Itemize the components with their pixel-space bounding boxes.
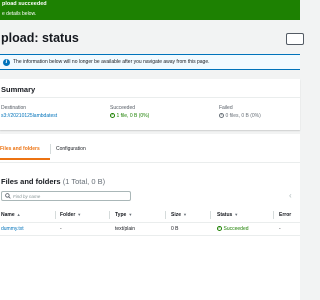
tab-files-and-folders[interactable]: Files and folders bbox=[0, 138, 50, 160]
column-folder-label: Folder bbox=[60, 212, 76, 218]
column-separator bbox=[109, 211, 110, 219]
file-size: 0 B bbox=[171, 226, 179, 232]
file-type: text/plain bbox=[115, 226, 136, 232]
column-size-label: Size bbox=[171, 212, 182, 218]
failed-label: Failed bbox=[219, 105, 233, 111]
succeeded-value: ✓ 1 file, 0 B (0%) bbox=[110, 113, 149, 119]
file-name-link[interactable]: dummy.txt bbox=[1, 226, 24, 232]
close-button[interactable] bbox=[286, 33, 304, 45]
column-header-folder[interactable]: Folder ▼ bbox=[60, 212, 81, 218]
file-status-text: Succeeded bbox=[223, 226, 249, 232]
sort-icon: ▼ bbox=[183, 212, 187, 217]
summary-title: Summary bbox=[1, 85, 36, 94]
column-separator bbox=[273, 211, 274, 219]
info-text: The information below will no longer be … bbox=[13, 59, 210, 65]
succeeded-text: 1 file, 0 B (0%) bbox=[116, 113, 150, 119]
table-row: dummy.txt - text/plain 0 B ✓ Succeeded - bbox=[0, 223, 300, 235]
summary-panel: Summary Destination s3://20210125lambdat… bbox=[0, 79, 300, 130]
info-icon: i bbox=[3, 58, 10, 66]
files-title-text: Files and folders bbox=[1, 177, 61, 186]
sort-icon: ▼ bbox=[234, 212, 239, 217]
column-separator bbox=[55, 211, 56, 219]
failed-text: 0 files, 0 B (0%) bbox=[225, 113, 261, 119]
column-header-name[interactable]: Name ▲ bbox=[1, 212, 21, 218]
destination-label: Destination bbox=[1, 105, 27, 111]
sort-icon: ▼ bbox=[77, 212, 82, 217]
column-name-label: Name bbox=[1, 212, 15, 218]
file-status: ✓ Succeeded bbox=[217, 226, 249, 232]
destination-link[interactable]: s3://20210125lambdatest bbox=[1, 113, 57, 119]
tabs-divider bbox=[0, 162, 300, 163]
info-alert: i The information below will no longer b… bbox=[0, 54, 300, 70]
column-header-status[interactable]: Status ▼ bbox=[217, 212, 238, 218]
file-error: - bbox=[279, 226, 281, 232]
column-status-label: Status bbox=[217, 212, 233, 218]
column-error-label: Error bbox=[279, 212, 292, 218]
sort-icon: ▼ bbox=[128, 212, 133, 217]
column-type-label: Type bbox=[115, 212, 127, 218]
fail-icon: × bbox=[219, 113, 224, 119]
success-banner: pload succeeded e details below. bbox=[0, 0, 300, 20]
summary-divider bbox=[0, 97, 300, 98]
banner-title: pload succeeded bbox=[2, 1, 47, 7]
failed-value: × 0 files, 0 B (0%) bbox=[219, 113, 261, 119]
files-title: Files and folders (1 Total, 0 B) bbox=[1, 177, 105, 186]
page-title: pload: status bbox=[1, 31, 79, 45]
banner-subtitle: e details below. bbox=[2, 11, 37, 17]
chevron-left-icon[interactable]: ‹ bbox=[289, 192, 292, 200]
success-check-icon: ✓ bbox=[217, 226, 222, 232]
table-row-divider bbox=[0, 235, 300, 236]
column-header-size[interactable]: Size ▼ bbox=[171, 212, 187, 218]
files-count: (1 Total, 0 B) bbox=[62, 177, 106, 186]
file-folder: - bbox=[60, 226, 62, 232]
column-header-type[interactable]: Type ▼ bbox=[115, 212, 132, 218]
files-panel: Files and folders Configuration Files an… bbox=[0, 134, 300, 300]
succeeded-label: Succeeded bbox=[110, 105, 136, 111]
sort-icon: ▲ bbox=[16, 212, 21, 217]
tab-separator bbox=[50, 144, 51, 154]
column-header-error[interactable]: Error bbox=[279, 212, 291, 218]
column-separator bbox=[165, 211, 166, 219]
search-input[interactable] bbox=[13, 192, 128, 200]
search-icon bbox=[5, 193, 11, 199]
tab-configuration[interactable]: Configuration bbox=[56, 138, 86, 160]
column-separator bbox=[210, 211, 211, 219]
find-by-name-box[interactable] bbox=[1, 191, 131, 201]
success-check-icon: ✓ bbox=[110, 113, 115, 119]
